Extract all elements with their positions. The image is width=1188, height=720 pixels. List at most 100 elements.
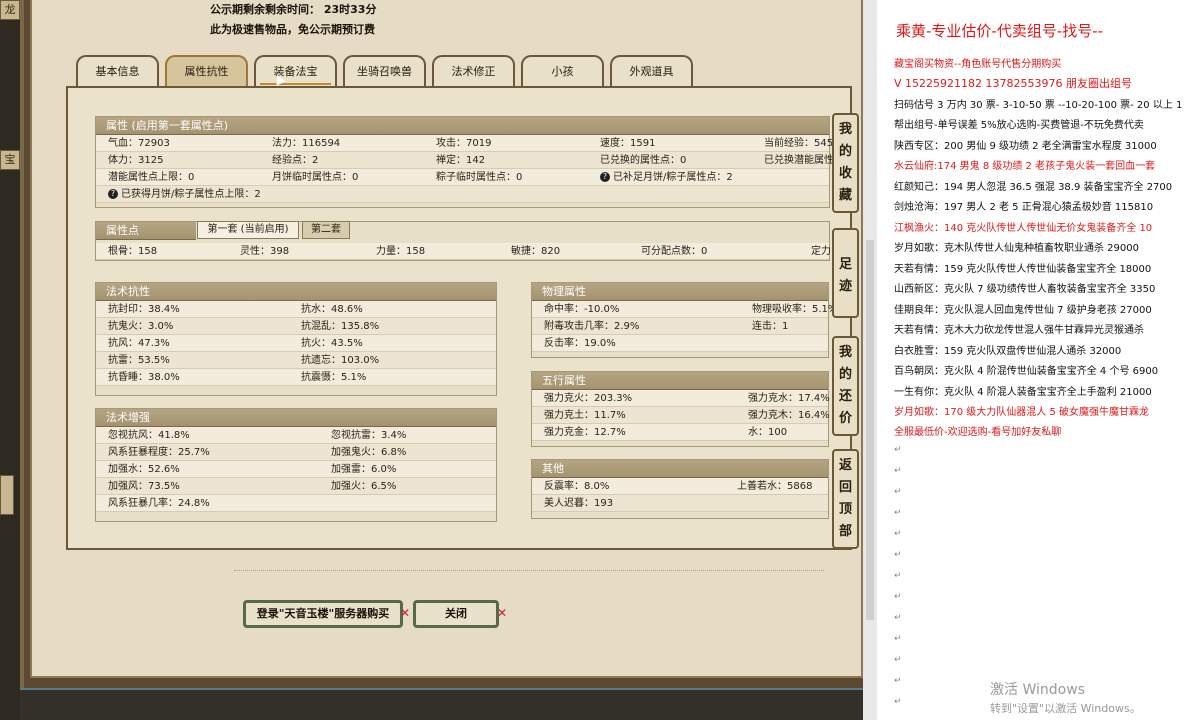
subtab-set-2[interactable]: 第二套: [302, 221, 350, 239]
stat-earned-cap: ? 已获得月饼/粽子属性点上限：2: [108, 186, 261, 203]
subtab-set-1[interactable]: 第一套 (当前启用): [197, 221, 299, 239]
stat-filled-points: ? 已补足月饼/粽子属性点：2: [600, 169, 733, 186]
enhance-section-title: 法术增强: [96, 409, 496, 427]
left-server-tab[interactable]: 龙服: [0, 0, 20, 32]
login-server-buy-button[interactable]: 登录"天音玉楼"服务器购买: [243, 600, 403, 628]
other-value: 反震率：8.0%: [544, 481, 610, 492]
resist-section-title: 法术抗性: [96, 283, 496, 301]
doc-line: 山西新区：克火队 7 级功绩传世人畜牧装备宝宝齐全 3350: [894, 284, 1156, 295]
stat-zongzi-temp: 粽子临时属性点：0: [436, 172, 523, 183]
doc-line: 江枫渔火：140 克火队传世人传世仙无价女鬼装备齐全 10: [894, 223, 1153, 234]
enhance-section: 法术增强 忽视抗风：41.8% 忽视抗雷：3.4% 风系狂暴程度：25.7% 加强鬼…: [95, 408, 497, 522]
table-row: 忽视抗风：41.8% 忽视抗雷：3.4%: [96, 427, 496, 444]
back-to-top-button[interactable]: 返回顶部: [832, 449, 859, 549]
help-icon[interactable]: ?: [600, 172, 610, 182]
tab-spell-correction[interactable]: 法术修正: [432, 55, 515, 87]
doc-line: 百鸟朝凤：克火队 4 阶混传世仙装备宝宝齐全 4 个号 6900: [894, 366, 1159, 377]
windows-activation-watermark: 激活 Windows: [990, 682, 1085, 698]
resist-value: 抗风：47.3%: [108, 338, 170, 349]
doc-line: 红颜知己：194 男人忽混 36.5 强混 38.9 装备宝宝齐全 2700: [894, 182, 1173, 193]
physical-value: 物理吸收率：5.1%: [752, 304, 838, 315]
stat-stamina: 体力：3125: [108, 155, 164, 166]
enhance-value: 加强水：52.6%: [108, 464, 180, 475]
doc-line: 白衣胜雪：159 克火队双盘传世仙混人通杀 32000: [894, 346, 1122, 357]
table-row: 命中率：-10.0% 物理吸收率：5.1%: [532, 301, 837, 318]
resist-value: 抗封印：38.4%: [108, 304, 180, 315]
resist-value: 抗昏睡：38.0%: [108, 372, 180, 383]
doc-line: 水云仙府:174 男鬼 8 级功绩 2 老孩子鬼火装一套回血一套: [894, 161, 1156, 172]
left-side-tab[interactable]: 宝: [0, 150, 20, 170]
table-row: 附毒攻击几率：2.9% 连击：1: [532, 318, 828, 335]
stat-filled-points-label: 已补足月饼/粽子属性点：2: [613, 172, 733, 183]
enhance-value: 加强火：6.5%: [331, 481, 397, 492]
tab-appearance[interactable]: 外观道具: [610, 55, 693, 87]
stat-focus: 定力: [811, 246, 831, 257]
stat-exp-points: 经验点：2: [272, 155, 319, 166]
physical-value: 命中率：-10.0%: [544, 304, 620, 315]
other-section: 其他 反震率：8.0% 上善若水：5868 美人迟暮：193: [531, 459, 829, 519]
table-row: 抗雷：53.5% 抗遗忘：103.0%: [96, 352, 496, 369]
doc-line: 全服最低价-欢迎选购-看号加好友私聊: [894, 427, 1062, 438]
paragraph-mark: ↵: [894, 571, 902, 581]
left-side-handle[interactable]: [0, 475, 14, 515]
attr-section: 属性 (启用第一套属性点) 气血：72903 法力：116594 攻击：7019…: [95, 116, 834, 208]
resist-value: 抗震慑：5.1%: [301, 372, 367, 383]
doc-line: 一生有你：克火队 4 阶混人装备宝宝齐全上手盈利 21000: [894, 387, 1152, 398]
stat-free-points: 可分配点数：0: [641, 246, 708, 257]
doc-line: 帮出组号-单号误差 5%放心选购-买费管退-不玩免费代卖: [894, 120, 1144, 131]
element-value: 强力克水：17.4%: [748, 393, 830, 404]
notice-line-2: 此为极速售物品，免公示期预订费: [210, 23, 375, 36]
game-bottom-bar: [20, 688, 863, 720]
table-row: 抗封印：38.4% 抗水：48.6%: [96, 301, 496, 318]
divider: [234, 570, 824, 571]
stat-root: 根骨：158: [108, 246, 158, 257]
my-favorites-button[interactable]: 我的收藏: [832, 113, 859, 213]
physical-value: 连击：1: [752, 321, 789, 332]
doc-title: 乘黄-专业估价-代卖组号-找号--: [896, 22, 1104, 40]
table-row: 根骨：158 灵性：398 力量：158 敏捷：820 可分配点数：0 定力: [96, 243, 831, 260]
page-scrollbar[interactable]: [863, 0, 877, 720]
doc-line: 藏宝阁买物资--角色账号代售分期购买: [894, 59, 1062, 70]
scrollbar-thumb[interactable]: [866, 240, 874, 620]
doc-line: 天若有情：克木大力砍龙传世混人强牛甘霖异光灵猴通杀: [894, 325, 1144, 336]
resist-value: 抗遗忘：103.0%: [301, 355, 380, 366]
notice-line-1: 公示期剩余剩余时间： 23时33分: [210, 3, 377, 16]
stat-mooncake-temp: 月饼临时属性点：0: [272, 172, 359, 183]
table-row: 加强水：52.6% 加强雷：6.0%: [96, 461, 496, 478]
enhance-value: 加强风：73.5%: [108, 481, 180, 492]
stat-potential-cap: 潜能属性点上限：0: [108, 172, 195, 183]
windows-activation-hint: 转到"设置"以激活 Windows。: [990, 702, 1141, 715]
table-row: 气血：72903 法力：116594 攻击：7019 速度：1591 当前经验：…: [96, 135, 833, 152]
stat-attack: 攻击：7019: [436, 138, 492, 149]
doc-line: 天若有情：159 克火队传世人传世仙装备宝宝齐全 18000: [894, 264, 1152, 275]
physical-value: 附毒攻击几率：2.9%: [544, 321, 640, 332]
resist-value: 抗火：43.5%: [301, 338, 363, 349]
table-row: 风系狂暴几率：24.8%: [96, 495, 496, 512]
table-row: 强力克金：12.7% 水：100: [532, 424, 828, 441]
tab-attributes[interactable]: 属性抗性: [165, 55, 248, 87]
element-value: 强力克土：11.7%: [544, 410, 626, 421]
stat-hp: 气血：72903: [108, 138, 170, 149]
footprint-button[interactable]: 足迹: [832, 228, 859, 318]
stat-speed: 速度：1591: [600, 138, 656, 149]
close-button[interactable]: 关闭: [413, 600, 499, 628]
other-section-title: 其他: [532, 460, 828, 478]
stat-earned-cap-label: 已获得月饼/粽子属性点上限：2: [121, 189, 261, 200]
table-row: 体力：3125 经验点：2 禅定：142 已兑换的属性点：0 已兑换潜能属性: [96, 152, 834, 169]
my-offers-button[interactable]: 我的还价: [832, 336, 859, 436]
help-icon[interactable]: ?: [108, 189, 118, 199]
stat-zen: 禅定：142: [436, 155, 486, 166]
tab-children[interactable]: 小孩: [521, 55, 604, 87]
doc-line: 剑烛沧海：197 男人 2 老 5 正骨混心猿孟极妙音 115810: [894, 202, 1154, 213]
table-row: 抗昏睡：38.0% 抗震慑：5.1%: [96, 369, 496, 386]
attr-section-title: 属性 (启用第一套属性点): [96, 117, 829, 135]
paragraph-mark: ↵: [894, 508, 902, 518]
tab-equipment[interactable]: 装备法宝: [254, 55, 337, 87]
element-value: 水：100: [748, 427, 788, 438]
tab-mounts-pets[interactable]: 坐骑召唤兽: [343, 55, 426, 87]
stat-exchanged-points: 已兑换的属性点：0: [600, 155, 687, 166]
paragraph-mark: ↵: [894, 445, 902, 455]
tab-basic-info[interactable]: 基本信息: [76, 55, 159, 87]
paragraph-mark: ↵: [894, 676, 902, 686]
physical-section-title: 物理属性: [532, 283, 828, 301]
